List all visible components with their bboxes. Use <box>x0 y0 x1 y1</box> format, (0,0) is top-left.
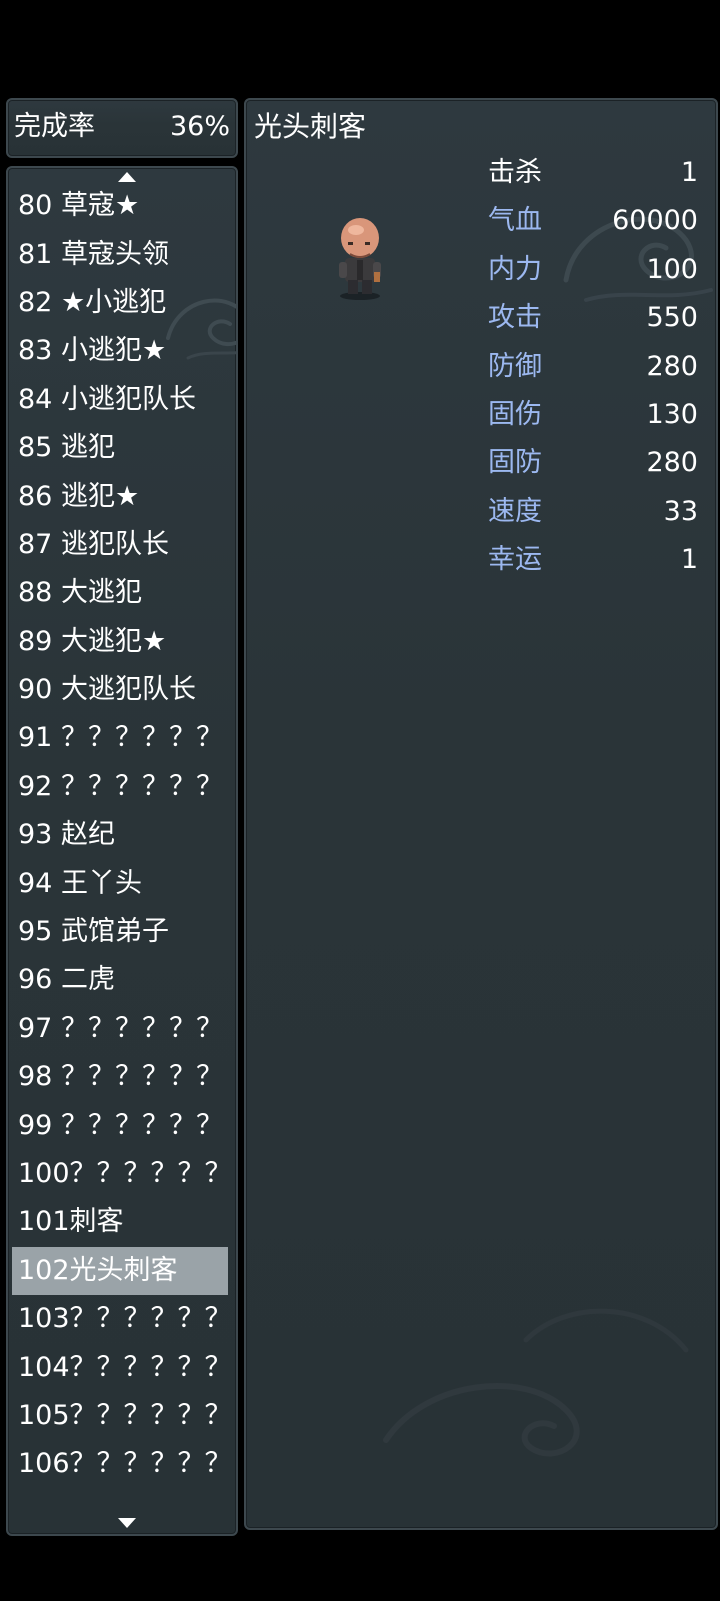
list-item[interactable]: 92 ？？？？？？ <box>8 763 236 811</box>
stat-row: 防御 280 <box>488 350 698 400</box>
list-item[interactable]: 90 大逃犯队长 <box>8 666 236 714</box>
list-item[interactable]: 95 武馆弟子 <box>8 908 236 956</box>
list-item-selected[interactable]: 102光头刺客 <box>12 1246 228 1295</box>
enemy-name-title: 光头刺客 <box>254 110 367 143</box>
stat-label: 防御 <box>488 350 542 382</box>
stat-value: 130 <box>646 398 698 430</box>
enemy-list-panel[interactable]: 80 草寇★ 81 草寇头领 82 ★小逃犯 83 小逃犯★ 84 小逃犯队长 85 逃犯… <box>6 166 238 1536</box>
stat-value: 1 <box>680 157 698 188</box>
list-item[interactable]: 89 大逃犯★ <box>8 618 236 666</box>
stat-label: 内力 <box>488 253 542 285</box>
stat-value: 60000 <box>612 205 698 237</box>
list-item[interactable]: 91 ？？？？？？ <box>8 714 236 762</box>
enemy-list: 80 草寇★ 81 草寇头领 82 ★小逃犯 83 小逃犯★ 84 小逃犯队长 85 逃犯… <box>8 182 236 1489</box>
list-item[interactable]: 83 小逃犯★ <box>8 327 236 375</box>
stat-row: 内力 100 <box>488 253 698 303</box>
list-item[interactable]: 80 草寇★ <box>8 182 236 230</box>
stat-label: 攻击 <box>488 302 542 334</box>
list-item[interactable]: 82 ★小逃犯 <box>8 279 236 327</box>
stat-row: 击杀 1 <box>488 158 698 206</box>
stat-label: 固防 <box>488 447 542 479</box>
enemy-stats-table: 击杀 1 气血 60000 内力 100 攻击 550 防御 280 固伤 130 固防 280 速度 33 幸… <box>488 158 698 594</box>
scroll-down-arrow-icon[interactable] <box>118 1518 136 1528</box>
stat-label: 固伤 <box>488 398 542 430</box>
stat-label: 气血 <box>488 205 542 237</box>
list-item[interactable]: 104？？？？？？ <box>8 1343 236 1391</box>
enemy-detail-panel: 光头刺客 击杀 1 气血 60000 内力 100 攻击 550 防御 280 固伤 130 固防 280… <box>244 98 718 1530</box>
list-item[interactable]: 84 小逃犯队长 <box>8 376 236 424</box>
list-item[interactable]: 99 ？？？？？？ <box>8 1101 236 1149</box>
stat-row: 攻击 550 <box>488 303 698 351</box>
completion-panel: 完成率 36% <box>6 98 238 158</box>
stat-row: 幸运 1 <box>488 545 698 593</box>
list-item[interactable]: 97 ？？？？？？ <box>8 1005 236 1053</box>
list-item[interactable]: 106？？？？？？ <box>8 1440 236 1488</box>
list-item[interactable]: 105？？？？？？ <box>8 1392 236 1440</box>
list-item[interactable]: 100？？？？？？ <box>8 1150 236 1198</box>
bald-assassin-sprite-icon <box>339 218 381 300</box>
list-item[interactable]: 86 逃犯★ <box>8 472 236 520</box>
list-item[interactable]: 94 王丫头 <box>8 859 236 907</box>
list-item[interactable]: 101刺客 <box>8 1198 236 1246</box>
stat-row: 速度 33 <box>488 495 698 545</box>
stat-label: 击杀 <box>488 157 542 188</box>
completion-value: 36% <box>169 111 230 142</box>
list-item[interactable]: 98 ？？？？？？ <box>8 1053 236 1101</box>
cloud-swirl-decoration <box>383 1308 689 1457</box>
list-item[interactable]: 96 二虎 <box>8 956 236 1004</box>
scroll-up-arrow-icon[interactable] <box>118 172 136 182</box>
completion-label: 完成率 <box>14 111 95 142</box>
stat-label: 速度 <box>488 495 542 527</box>
stat-value: 100 <box>646 253 698 285</box>
stat-label: 幸运 <box>488 544 542 576</box>
list-item[interactable]: 88 大逃犯 <box>8 569 236 617</box>
list-item[interactable]: 85 逃犯 <box>8 424 236 472</box>
stat-row: 气血 60000 <box>488 206 698 254</box>
list-item[interactable]: 93 赵纪 <box>8 811 236 859</box>
stat-value: 280 <box>646 447 698 479</box>
list-item[interactable]: 81 草寇头领 <box>8 230 236 278</box>
bestiary-screen: 完成率 36% 80 草寇★ 81 草寇头领 82 ★小逃犯 83 小逃犯★ 84 小逃… <box>0 0 720 1601</box>
stat-value: 550 <box>646 302 698 334</box>
list-item[interactable]: 103？？？？？？ <box>8 1295 236 1343</box>
stat-row: 固伤 130 <box>488 398 698 448</box>
stat-value: 280 <box>646 350 698 382</box>
stat-value: 1 <box>680 544 698 576</box>
stat-row: 固防 280 <box>488 448 698 496</box>
list-item[interactable]: 87 逃犯队长 <box>8 521 236 569</box>
stat-value: 33 <box>663 495 698 527</box>
